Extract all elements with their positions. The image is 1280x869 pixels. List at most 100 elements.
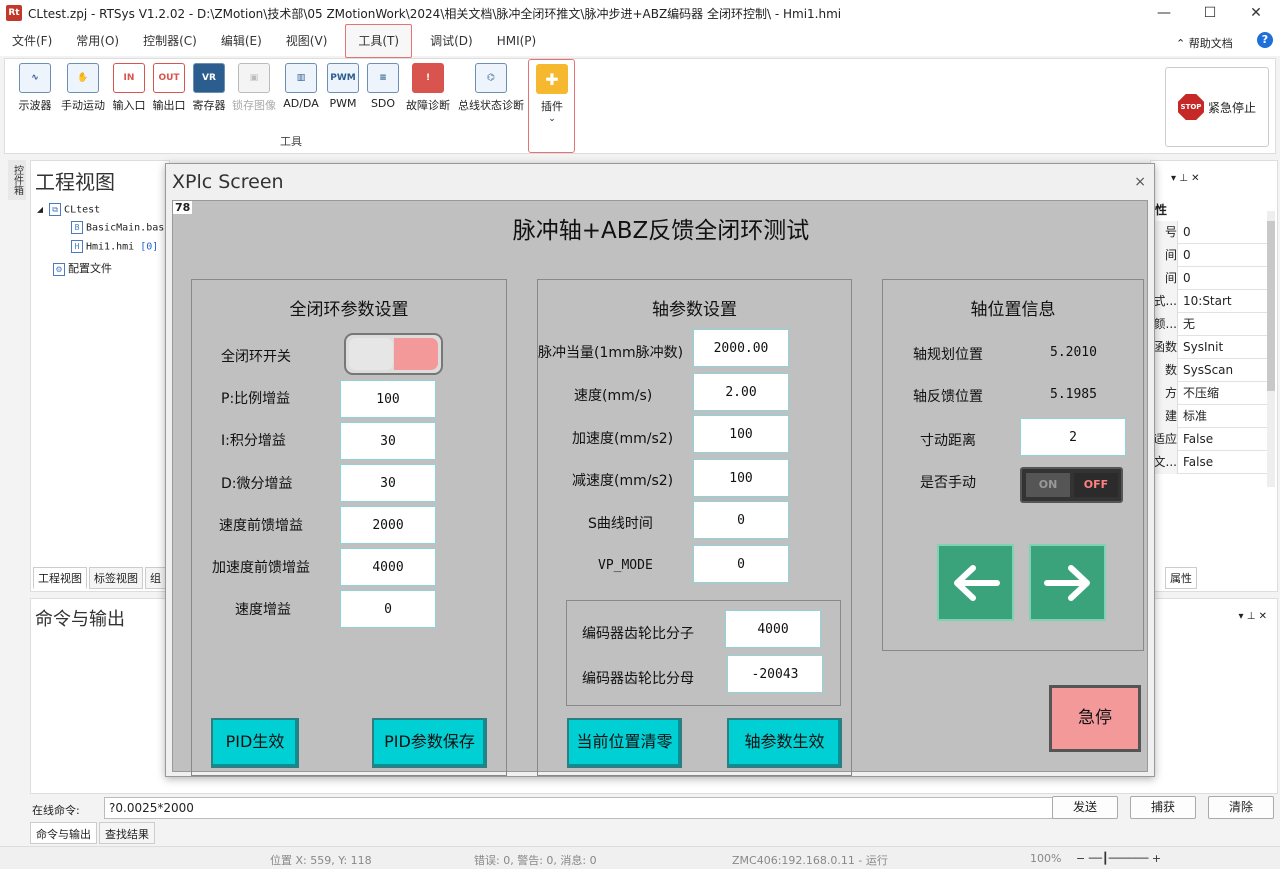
tool-latch-image[interactable]: ▣ 锁存图像 bbox=[229, 63, 279, 113]
tree-root[interactable]: ◢ ⧉ CLtest bbox=[37, 203, 100, 216]
menu-controller[interactable]: 控制器(C) bbox=[131, 26, 209, 56]
output-panel-menu-icons[interactable]: ▾ ⊥ ✕ bbox=[1239, 611, 1267, 622]
toolbox-side-tab[interactable]: 控件箱 bbox=[8, 160, 26, 200]
tree-item-hmi[interactable]: H Hmi1.hmi [0] bbox=[71, 240, 158, 253]
feedback-position-label: 轴反馈位置 bbox=[913, 389, 983, 405]
help-docs-link[interactable]: ⌃ 帮助文档 bbox=[1176, 35, 1233, 51]
send-button[interactable]: 发送 bbox=[1052, 796, 1118, 819]
fault-icon: ! bbox=[412, 63, 444, 93]
plugin-icon: ✚ bbox=[536, 64, 568, 94]
tool-bus-diagnosis[interactable]: ⌬ 总线状态诊断 bbox=[455, 63, 527, 113]
command-input[interactable]: ?0.0025*2000 bbox=[104, 797, 1074, 819]
oscilloscope-icon: ∿ bbox=[19, 63, 51, 93]
axis-apply-button[interactable]: 轴参数生效 bbox=[727, 718, 842, 768]
accel-field[interactable]: 100 bbox=[693, 415, 789, 453]
tool-output[interactable]: OUT 输出口 bbox=[149, 63, 189, 113]
xplc-close-icon[interactable]: × bbox=[1134, 174, 1146, 190]
props-scrollbar[interactable] bbox=[1267, 211, 1275, 487]
tool-label: 示波器 bbox=[18, 99, 52, 112]
jog-right-button[interactable] bbox=[1029, 544, 1106, 621]
tool-fault-diagnosis[interactable]: ! 故障诊断 bbox=[403, 63, 453, 113]
tree-item-config[interactable]: ⚙ 配置文件 bbox=[53, 260, 112, 276]
tool-input[interactable]: IN 输入口 bbox=[109, 63, 149, 113]
tab-group-view[interactable]: 组 bbox=[145, 567, 166, 589]
menu-tools[interactable]: 工具(T) bbox=[345, 24, 413, 58]
clear-button[interactable]: 清除 bbox=[1208, 796, 1274, 819]
p-gain-field[interactable]: 100 bbox=[340, 380, 436, 418]
prop-row[interactable]: 数 SysScan bbox=[1151, 359, 1269, 382]
prop-row[interactable]: 函数 SysInit bbox=[1151, 336, 1269, 359]
accel-ff-gain-field[interactable]: 4000 bbox=[340, 548, 436, 586]
tab-find-results[interactable]: 查找结果 bbox=[99, 822, 155, 844]
tool-manual-motion[interactable]: ✋ 手动运动 bbox=[57, 63, 109, 113]
pulse-equivalent-field[interactable]: 2000.00 bbox=[693, 329, 789, 367]
maximize-button[interactable]: ☐ bbox=[1187, 0, 1233, 26]
speed-field[interactable]: 2.00 bbox=[693, 373, 789, 411]
zero-position-button[interactable]: 当前位置清零 bbox=[567, 718, 682, 768]
closed-loop-switch[interactable] bbox=[344, 333, 443, 375]
tool-register[interactable]: VR 寄存器 bbox=[189, 63, 229, 113]
encoder-numerator-field[interactable]: 4000 bbox=[725, 610, 821, 648]
tab-project-view[interactable]: 工程视图 bbox=[33, 567, 87, 589]
tab-command-output[interactable]: 命令与输出 bbox=[30, 822, 97, 844]
status-bar: 位置 X: 559, Y: 118 错误: 0, 警告: 0, 消息: 0 ZM… bbox=[0, 846, 1280, 869]
i-gain-label: I:积分增益 bbox=[221, 433, 286, 449]
menu-common[interactable]: 常用(O) bbox=[64, 26, 131, 56]
tool-pwm[interactable]: PWM PWM bbox=[323, 63, 363, 110]
pid-apply-button[interactable]: PID生效 bbox=[211, 718, 299, 768]
tool-sdo[interactable]: ≡ SDO bbox=[363, 63, 403, 110]
close-window-button[interactable]: ✕ bbox=[1233, 0, 1279, 26]
prop-row[interactable]: 文... False bbox=[1151, 451, 1269, 474]
jog-left-button[interactable] bbox=[937, 544, 1014, 621]
tool-plugin[interactable]: ✚ 插件 ⌄ bbox=[528, 59, 575, 153]
capture-button[interactable]: 捕获 bbox=[1130, 796, 1196, 819]
speed-gain-field[interactable]: 0 bbox=[340, 590, 436, 628]
menu-debug[interactable]: 调试(D) bbox=[418, 26, 485, 56]
p-gain-label: P:比例增益 bbox=[221, 391, 291, 407]
tab-tag-view[interactable]: 标签视图 bbox=[89, 567, 143, 589]
speed-ff-gain-label: 速度前馈增益 bbox=[219, 518, 303, 534]
tool-label: PWM bbox=[329, 97, 357, 110]
prop-row[interactable]: 颜... 无 bbox=[1151, 313, 1269, 336]
minimize-button[interactable]: — bbox=[1141, 0, 1187, 26]
menu-hmi[interactable]: HMI(P) bbox=[485, 26, 549, 56]
axis-panel-title: 轴参数设置 bbox=[652, 300, 737, 320]
manual-mode-label: 是否手动 bbox=[920, 475, 976, 491]
prop-row[interactable]: 方不压缩 bbox=[1151, 382, 1269, 405]
properties-panel: ▾ ⊥ ✕ 性 号0 间0 间0 式... 10:Start 颜... 无 函数 Sy… bbox=[1150, 160, 1278, 592]
adda-icon: ▥ bbox=[285, 63, 317, 93]
menu-edit[interactable]: 编辑(E) bbox=[209, 26, 274, 56]
prop-row[interactable]: 式... 10:Start bbox=[1151, 290, 1269, 313]
i-gain-field[interactable]: 30 bbox=[340, 422, 436, 460]
prop-row[interactable]: 间0 bbox=[1151, 267, 1269, 290]
help-docs-label: 帮助文档 bbox=[1188, 37, 1233, 50]
manual-mode-toggle[interactable]: ON OFF bbox=[1020, 467, 1123, 503]
decel-field[interactable]: 100 bbox=[693, 459, 789, 497]
jog-distance-field[interactable]: 2 bbox=[1020, 418, 1126, 456]
prop-row[interactable]: 号0 bbox=[1151, 221, 1269, 244]
speed-ff-gain-field[interactable]: 2000 bbox=[340, 506, 436, 544]
tool-label: AD/DA bbox=[283, 97, 319, 110]
panel-menu-icons[interactable]: ▾ ⊥ ✕ bbox=[1171, 173, 1199, 184]
menu-file[interactable]: 文件(F) bbox=[0, 26, 64, 56]
tab-properties[interactable]: 属性 bbox=[1165, 567, 1197, 589]
vp-mode-field[interactable]: 0 bbox=[693, 545, 789, 583]
prop-key: 间 bbox=[1151, 267, 1178, 290]
prop-key: 函数 bbox=[1151, 336, 1178, 359]
menu-view[interactable]: 视图(V) bbox=[274, 26, 340, 56]
prop-row[interactable]: 建标准 bbox=[1151, 405, 1269, 428]
prop-row[interactable]: 适应 False bbox=[1151, 428, 1269, 451]
encoder-denominator-field[interactable]: -20043 bbox=[727, 655, 823, 693]
d-gain-field[interactable]: 30 bbox=[340, 464, 436, 502]
hmi-emergency-stop-button[interactable]: 急停 bbox=[1049, 685, 1141, 752]
prop-row[interactable]: 间0 bbox=[1151, 244, 1269, 267]
tree-item-basicmain[interactable]: B BasicMain.bas bbox=[71, 221, 164, 234]
help-icon[interactable]: ? bbox=[1257, 32, 1273, 48]
accel-ff-gain-label: 加速度前馈增益 bbox=[212, 560, 310, 576]
tool-oscilloscope[interactable]: ∿ 示波器 bbox=[15, 63, 55, 113]
emergency-stop-button[interactable]: STOP 紧急停止 bbox=[1165, 67, 1269, 147]
s-curve-field[interactable]: 0 bbox=[693, 501, 789, 539]
pid-save-button[interactable]: PID参数保存 bbox=[372, 718, 487, 768]
tool-adda[interactable]: ▥ AD/DA bbox=[281, 63, 321, 110]
zoom-slider[interactable]: − ──┃────── + bbox=[1076, 852, 1161, 865]
